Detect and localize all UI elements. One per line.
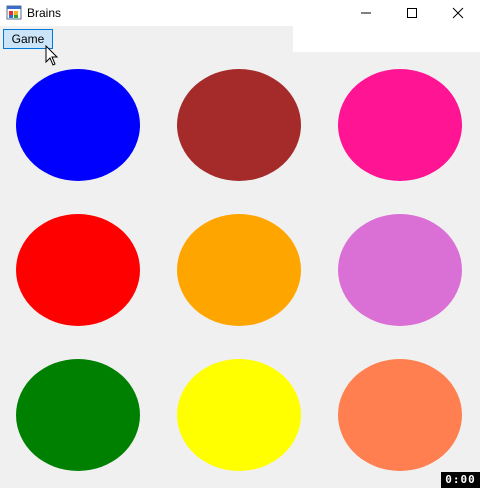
minimize-icon xyxy=(361,12,371,14)
title-bar[interactable]: Brains xyxy=(0,0,480,26)
close-button[interactable] xyxy=(435,0,480,26)
menu-strip-filler xyxy=(293,26,480,52)
window-title: Brains xyxy=(27,6,62,20)
circle-red[interactable] xyxy=(16,214,140,326)
circle-orange[interactable] xyxy=(177,214,301,326)
circle-coral[interactable] xyxy=(338,359,462,471)
circle-deep-pink[interactable] xyxy=(338,69,462,181)
menu-strip: Game xyxy=(0,26,293,52)
timer-display: 0:00 xyxy=(441,472,480,488)
close-icon xyxy=(452,7,464,19)
mouse-cursor-icon xyxy=(45,45,59,66)
maximize-icon xyxy=(407,8,417,18)
app-icon xyxy=(6,5,22,20)
circle-yellow[interactable] xyxy=(177,359,301,471)
minimize-button[interactable] xyxy=(343,0,389,26)
circle-brown[interactable] xyxy=(177,69,301,181)
maximize-button[interactable] xyxy=(389,0,435,26)
circle-blue[interactable] xyxy=(16,69,140,181)
circle-orchid[interactable] xyxy=(338,214,462,326)
circle-green[interactable] xyxy=(16,359,140,471)
